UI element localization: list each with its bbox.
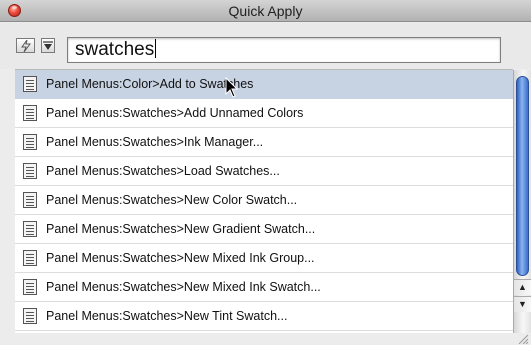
scroll-up-arrow-icon[interactable]: ▲ [514, 279, 531, 295]
resize-grip-icon[interactable] [517, 333, 529, 344]
result-row[interactable]: Panel Menus:Color>Add to Swatches [15, 70, 513, 99]
result-row-label: Panel Menus:Swatches>New Color Swatch... [46, 193, 298, 207]
menu-item-icon [23, 105, 37, 121]
menu-item-icon [23, 279, 37, 295]
result-row-label: Panel Menus:Swatches>Load Swatches... [46, 164, 280, 178]
result-row[interactable]: Panel Menus:Swatches>New Color Swatch... [15, 186, 513, 215]
mouse-pointer-icon [225, 77, 239, 98]
title-bar[interactable]: Quick Apply [0, 0, 531, 22]
menu-item-icon [23, 163, 37, 179]
result-row[interactable]: Panel Menus:Swatches>New Mixed Ink Swatc… [15, 273, 513, 302]
vertical-scrollbar[interactable]: ▲ ▼ [513, 70, 531, 333]
result-row[interactable]: Panel Menus:Swatches>New Mixed Ink Group… [15, 244, 513, 273]
result-row[interactable]: Panel Menus:Swatches>Add Unnamed Colors [15, 99, 513, 128]
quick-apply-window: Quick Apply swatches Panel Menus:Color>A… [0, 0, 531, 345]
filter-menu-icon[interactable] [41, 38, 55, 53]
result-row-label: Panel Menus:Swatches>New Mixed Ink Group… [46, 251, 315, 265]
result-row[interactable]: Panel Menus:Swatches>New Gradient Swatch… [15, 215, 513, 244]
text-caret [155, 39, 157, 58]
menu-item-icon [23, 76, 37, 92]
result-row-label: Panel Menus:Swatches>Ink Manager... [46, 135, 264, 149]
menu-item-icon [23, 308, 37, 324]
search-input[interactable]: swatches [67, 37, 501, 63]
menu-item-icon [23, 250, 37, 266]
lightning-bolt-icon[interactable] [16, 38, 35, 53]
scroll-down-arrow-icon[interactable]: ▼ [514, 296, 531, 312]
scroll-thumb[interactable] [516, 76, 529, 276]
menu-item-icon [23, 221, 37, 237]
menu-item-icon [23, 134, 37, 150]
result-row-label: Panel Menus:Swatches>Add Unnamed Colors [46, 106, 304, 120]
results-list: Panel Menus:Color>Add to Swatches Panel M… [15, 69, 513, 333]
result-row-label: Panel Menus:Color>Add to Swatches [46, 77, 254, 91]
menu-item-icon [23, 192, 37, 208]
search-toolbar: swatches [0, 23, 531, 69]
result-row-label: Panel Menus:Swatches>New Tint Swatch... [46, 309, 288, 323]
search-input-value: swatches [75, 39, 157, 60]
result-row[interactable]: Panel Menus:Swatches>Ink Manager... [15, 128, 513, 157]
result-row[interactable]: Panel Menus:Swatches>Load Swatches... [15, 157, 513, 186]
result-row[interactable]: Panel Menus:Swatches>New Tint Swatch... [15, 302, 513, 331]
window-title: Quick Apply [228, 3, 303, 19]
window-footer [0, 333, 531, 345]
result-row-label: Panel Menus:Swatches>New Gradient Swatch… [46, 222, 316, 236]
result-row-label: Panel Menus:Swatches>New Mixed Ink Swatc… [46, 280, 321, 294]
